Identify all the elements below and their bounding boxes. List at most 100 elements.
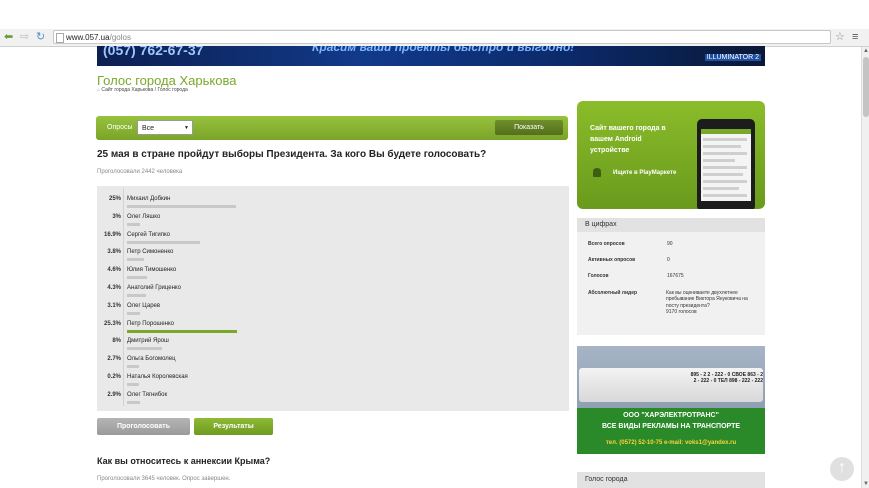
poll-results: 25% Михаил Добкин 3% Олег Ляшко 16.9% Сергей … [97, 186, 569, 411]
show-button[interactable]: Показать [495, 120, 563, 135]
home-icon[interactable]: ⌂ [97, 87, 100, 93]
option-percent: 25.3% [103, 320, 121, 327]
option-name: Дмитрий Ярош [127, 338, 169, 345]
transport-ad[interactable]: 895 - 2 2 - 222 - 0 СВОЕ 863 - 2 2 - 222… [577, 346, 765, 454]
bus-photo: 895 - 2 2 - 222 - 0 СВОЕ 863 - 2 2 - 222… [577, 346, 765, 408]
leader-votes: 9170 голосов [666, 309, 697, 316]
option-result-bar [127, 365, 139, 369]
option-percent: 4.6% [107, 267, 121, 274]
page-title: Голос города Харькова [97, 73, 237, 88]
option-percent: 3.8% [107, 249, 121, 256]
banner-phone: (057) 762-67-37 [103, 46, 204, 58]
poll-option-row: 4.3% Анатолий Гриценко [97, 280, 569, 298]
option-name: Петр Порошенко [127, 320, 175, 327]
poll-option-row: 3% Олег Ляшко [97, 209, 569, 227]
stat-value: 90 [667, 241, 673, 247]
address-bar[interactable]: www.057.ua/golos [53, 30, 831, 44]
poll-filter-select[interactable]: Все ▼ [137, 120, 193, 135]
option-percent: 0.2% [107, 374, 121, 380]
poll-filter-bar: Опросы Все ▼ Показать [96, 116, 568, 140]
option-percent: 3% [112, 213, 121, 220]
chevron-down-icon: ▼ [184, 125, 189, 131]
breadcrumb: ⌂ Сайт города Харькова / Голос города [97, 87, 188, 93]
option-percent: 25% [108, 196, 121, 202]
playmarket-cta: Ищите в PlayМаркете [613, 170, 677, 176]
top-banner-ad[interactable]: (057) 762-67-37 Красим ваши проекты быст… [97, 46, 765, 66]
phone-image [697, 119, 755, 209]
results-button[interactable]: Результаты [194, 418, 273, 435]
option-name: Наталья Королевская [127, 374, 188, 380]
option-percent: 3.1% [107, 302, 121, 309]
poll-option-row: 25.3% Петр Порошенко [97, 316, 569, 334]
option-name: Петр Симоненко [127, 249, 174, 256]
ad-contact: тел. (0572) 52-10-75 e-mail: voks1@yande… [605, 440, 737, 446]
banner-brand: ILLUMINATOR 2 [704, 54, 761, 61]
scrollbar-thumb[interactable] [863, 57, 869, 117]
option-result-bar [127, 347, 162, 351]
poll-option-row: 3.8% Петр Симоненко [97, 244, 569, 262]
app-promo-text: Сайт вашего города в вашем Android устро… [590, 125, 666, 154]
url-path: /golos [109, 33, 131, 42]
scroll-up-icon[interactable]: ▲ [862, 47, 869, 55]
breadcrumb-text[interactable]: Сайт города Харькова / Голос города [101, 87, 187, 93]
leader-info: Как вы оцениваете двухлетнее пребывание … [666, 290, 756, 316]
poll-question: 25 мая в стране пройдут выборы Президент… [97, 149, 487, 160]
option-name: Олег Тягнибок [127, 391, 168, 398]
option-result-bar [127, 400, 140, 404]
option-name: Сергей Тигипко [127, 231, 170, 238]
arrow-left-icon[interactable]: ⬅ [4, 31, 13, 43]
banner-slogan: Красим ваши проекты быстро и выгодно! [312, 46, 575, 54]
filter-label: Опросы [107, 124, 133, 131]
option-percent: 2.9% [107, 391, 121, 398]
android-app-promo[interactable]: Сайт вашего города в вашем Android устро… [577, 101, 765, 209]
stat-value: 167675 [667, 273, 684, 279]
poll-voted-count: Проголосовали 2442 человека [97, 169, 183, 175]
option-result-bar [127, 240, 201, 244]
poll-option-row: 16.9% Сергей Тигипко [97, 227, 569, 245]
poll-option-row: 0.2% Наталья Королевская [97, 369, 569, 387]
option-result-bar [127, 222, 141, 226]
option-result-bar [127, 294, 146, 297]
ad-tagline: ВСЕ ВИДЫ РЕКЛАМЫ НА ТРАНСПОРТЕ [601, 423, 741, 430]
option-result-bar [127, 329, 237, 333]
poll-option-row: 4.6% Юлия Тимошенко [97, 262, 569, 280]
poll-option-row: 2.7% Ольга Богомолец [97, 351, 569, 369]
url-host: www.057.ua [66, 33, 110, 42]
option-name: Олег Царев [127, 302, 161, 309]
next-poll-meta: Проголосовали 3645 человек. Опрос заверш… [97, 476, 231, 482]
bus-ad-text: 895 - 2 2 - 222 - 0 СВОЕ 863 - 2 2 - 222… [690, 372, 763, 384]
stat-label: Абсолютный лидер [588, 290, 638, 296]
stat-label: Активных опросов [588, 257, 636, 263]
leader-poll-link[interactable]: Как вы оцениваете двухлетнее пребывание … [666, 290, 748, 309]
filter-selected-value: Все [142, 125, 155, 132]
option-result-bar [127, 258, 144, 262]
option-result-bar [127, 383, 139, 386]
option-percent: 2.7% [107, 356, 121, 363]
option-result-bar [127, 205, 236, 208]
option-percent: 4.3% [107, 285, 121, 291]
option-name: Михаил Добкин [127, 196, 171, 202]
next-poll-question[interactable]: Как вы относитесь к аннексии Крыма? [97, 456, 270, 466]
stat-label: Голосов [588, 273, 609, 279]
arrow-right-icon[interactable]: ⇨ [20, 31, 29, 43]
poll-option-row: 2.9% Олег Тягнибок [97, 387, 569, 405]
scrollbar[interactable]: ▲ ▼ [861, 47, 869, 488]
vote-button[interactable]: Проголосовать [97, 418, 190, 435]
page-icon [56, 33, 64, 43]
menu-icon[interactable]: ≡ [852, 30, 858, 44]
option-result-bar [127, 276, 147, 280]
option-name: Анатолий Гриценко [127, 285, 181, 291]
stat-value: 0 [667, 257, 670, 263]
option-percent: 16.9% [103, 231, 121, 238]
scroll-down-icon[interactable]: ▼ [862, 480, 869, 488]
stats-header: В цифрах [577, 218, 765, 232]
option-name: Юлия Тимошенко [127, 267, 177, 274]
bookmark-star-icon[interactable]: ☆ [835, 30, 845, 44]
option-name: Ольга Богомолец [127, 356, 176, 363]
stat-label: Всего опросов [588, 241, 625, 247]
scroll-to-top-button[interactable]: ↑ [830, 457, 854, 481]
android-icon [593, 168, 601, 177]
reload-icon[interactable]: ↻ [36, 31, 45, 43]
sidebar-section-header: Голос города [577, 472, 765, 488]
option-name: Олег Ляшко [127, 213, 161, 220]
